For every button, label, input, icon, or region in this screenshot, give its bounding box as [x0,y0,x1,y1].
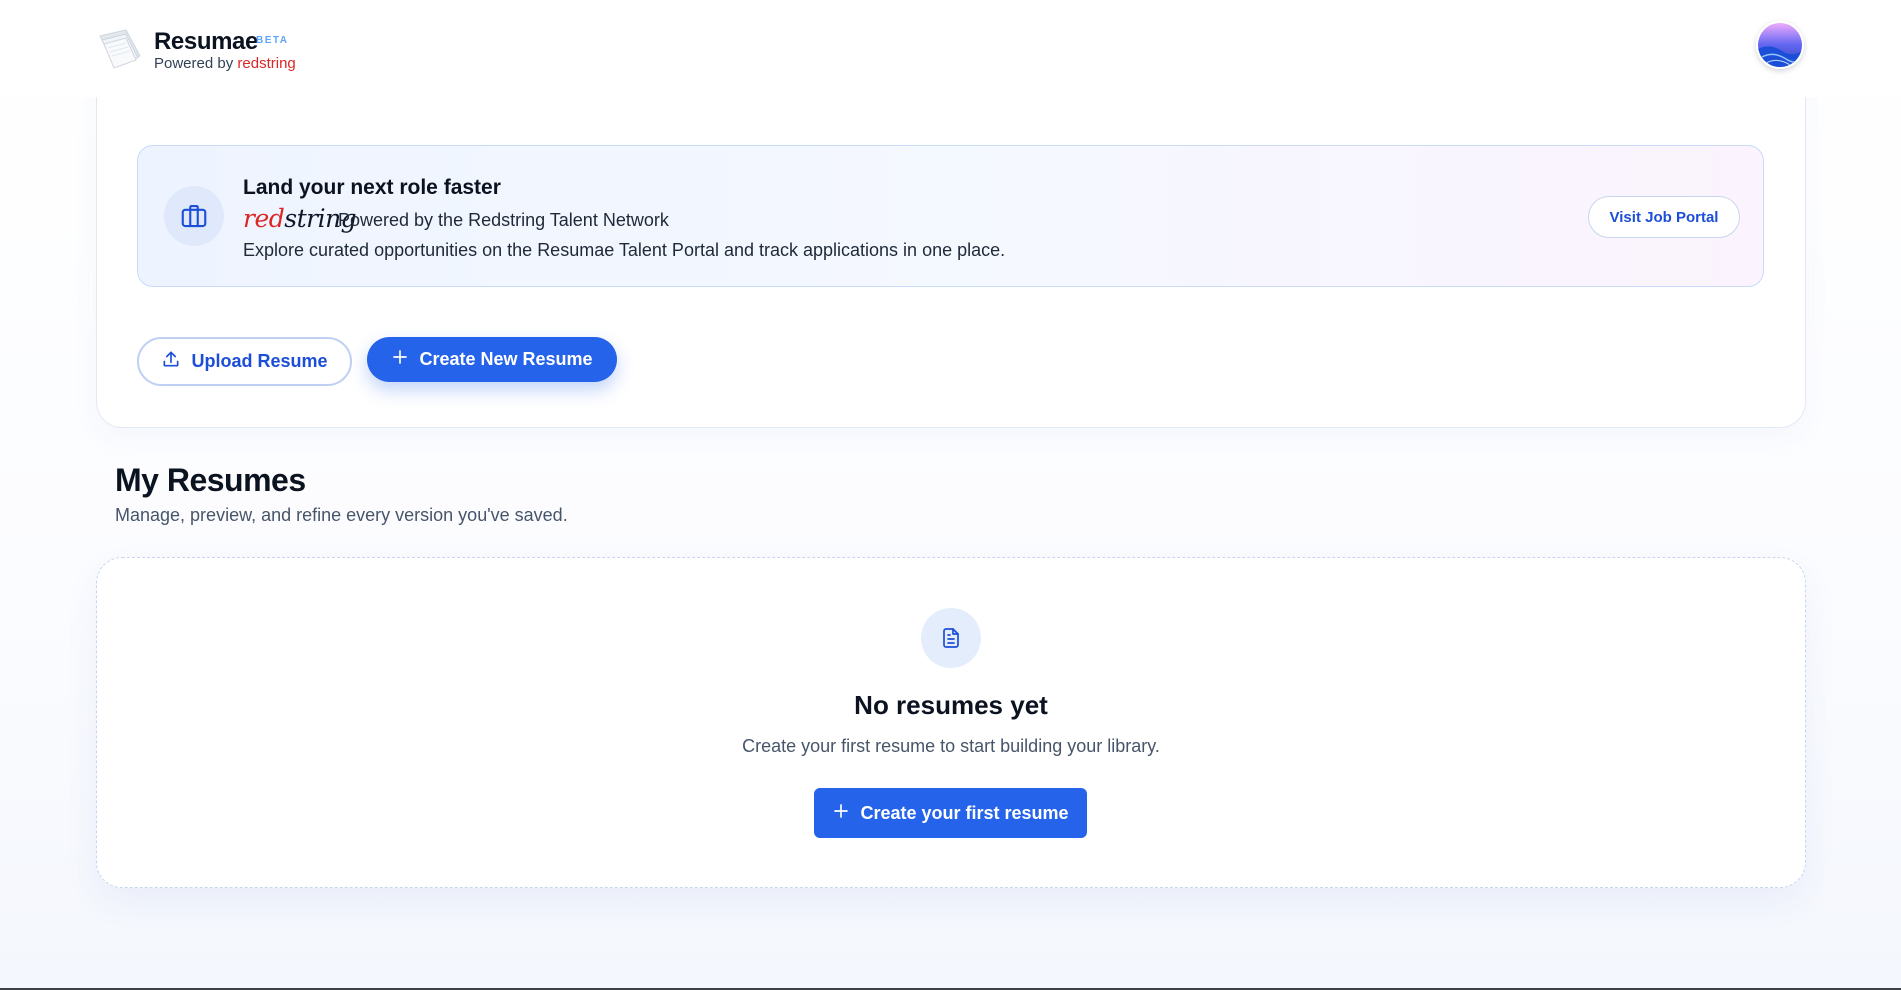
promo-title: Land your next role faster [243,176,501,199]
job-portal-promo: Land your next role faster redstring Pow… [137,145,1764,287]
plus-icon [391,348,409,371]
visit-job-portal-button[interactable]: Visit Job Portal [1588,196,1740,238]
briefcase-icon [164,186,224,246]
powered-prefix: Powered by [154,55,234,72]
signature-red-part: red [243,204,285,233]
user-avatar[interactable] [1756,21,1804,69]
brand-name[interactable]: Resumae [154,28,258,56]
create-first-resume-label: Create your first resume [860,802,1069,823]
powered-by-text: Powered by redstring [154,55,296,72]
app-header: Resumae BETA Powered by redstring [0,0,1901,97]
promo-network-text: Powered by the Redstring Talent Network [338,210,669,230]
plus-icon [832,802,850,825]
create-first-resume-button[interactable]: Create your first resume [814,788,1087,838]
document-icon [921,608,981,668]
upload-resume-label: Upload Resume [191,351,328,371]
create-new-resume-button[interactable]: Create New Resume [367,337,617,382]
paper-stack-logo-icon[interactable] [96,26,144,70]
empty-state-subtitle: Create your first resume to start buildi… [742,736,1160,756]
empty-state-title: No resumes yet [854,690,1048,720]
powered-brand: redstring [237,55,296,72]
upload-icon [161,349,181,374]
empty-resumes-card: No resumes yet Create your first resume … [96,557,1806,888]
my-resumes-subtitle: Manage, preview, and refine every versio… [115,505,568,525]
create-new-resume-label: Create New Resume [419,349,593,369]
beta-badge: BETA [256,35,289,46]
page: Resumae BETA Powered by redstring Land y… [0,0,1901,990]
promo-description: Explore curated opportunities on the Res… [243,240,1006,260]
my-resumes-title: My Resumes [115,462,306,498]
upload-resume-button[interactable]: Upload Resume [137,337,352,386]
